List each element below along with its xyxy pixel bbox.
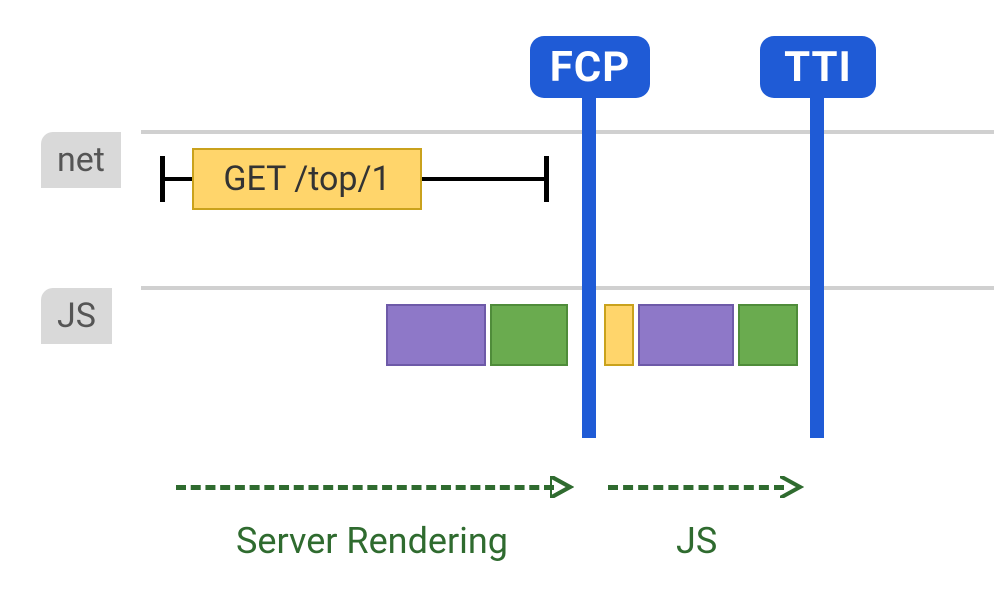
net-request-label: GET /top/1 xyxy=(223,159,390,199)
tti-marker-badge: TTI xyxy=(760,36,876,98)
js-track-label: JS xyxy=(41,288,112,344)
tti-marker-line xyxy=(810,98,824,438)
js-task-block xyxy=(738,304,798,366)
net-track-baseline xyxy=(141,130,994,134)
server-rendering-phase-arrow xyxy=(176,485,554,490)
fcp-marker-line xyxy=(582,98,596,438)
timeline-diagram: net GET /top/1 JS FCP TTI Server Renderi… xyxy=(0,0,994,614)
net-whisker-right-tick xyxy=(544,156,549,202)
js-track-baseline xyxy=(141,286,994,290)
net-track-label: net xyxy=(41,132,121,188)
net-track-label-text: net xyxy=(57,140,105,180)
js-task-block xyxy=(604,304,634,366)
net-request-bar: GET /top/1 xyxy=(192,148,422,210)
fcp-marker-label: FCP xyxy=(550,43,631,92)
js-task-block xyxy=(638,304,734,366)
js-task-block xyxy=(386,304,486,366)
js-phase-label: JS xyxy=(676,520,717,562)
arrowhead-icon xyxy=(780,476,804,498)
js-task-block xyxy=(490,304,568,366)
arrowhead-icon xyxy=(550,476,574,498)
tti-marker-label: TTI xyxy=(784,43,852,92)
net-whisker-left-tick xyxy=(160,156,165,202)
fcp-marker-badge: FCP xyxy=(530,36,650,98)
js-phase-arrow xyxy=(608,485,784,490)
server-rendering-phase-label: Server Rendering xyxy=(236,520,508,562)
js-track-label-text: JS xyxy=(57,296,96,336)
